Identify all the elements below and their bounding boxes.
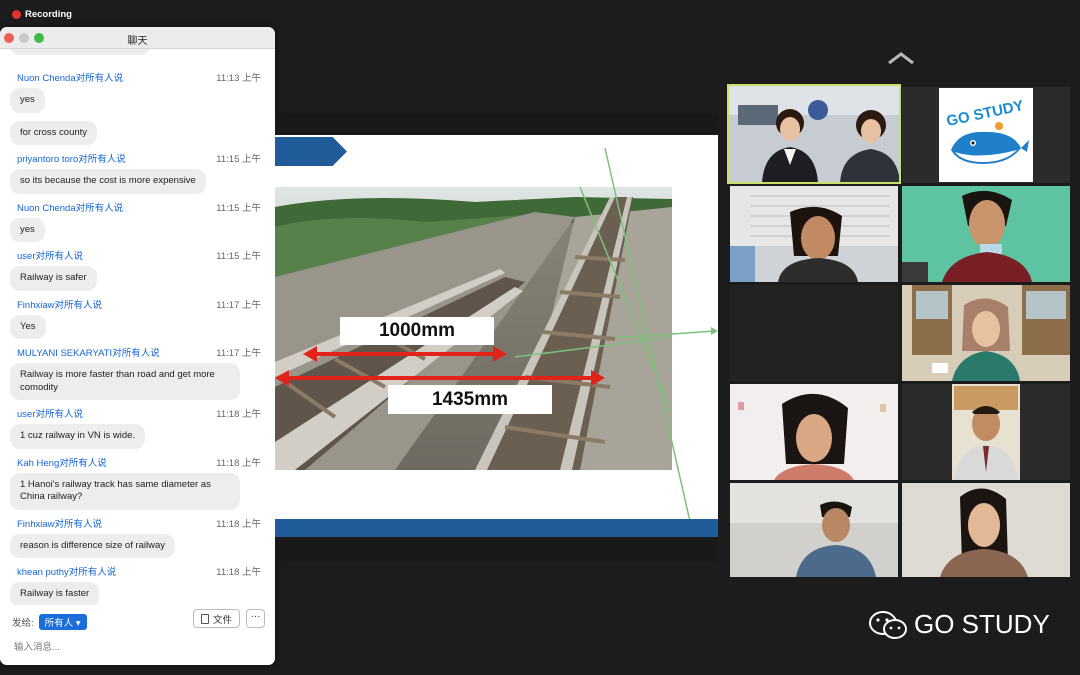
chat-sender[interactable]: priyantoro toro — [17, 154, 78, 165]
chat-recipient-scope: 对所有人说 — [54, 518, 103, 530]
chat-message-header: Nuon Chenda对所有人说 11:13 上午 — [10, 71, 261, 87]
video-tile-active-speaker[interactable] — [727, 84, 901, 184]
chat-message: Finhxiaw对所有人说 11:18 上午 reason is differenc… — [0, 517, 275, 566]
video-tile-participant-4-off[interactable] — [730, 285, 898, 381]
chat-timestamp: 11:17 上午 — [216, 348, 261, 359]
video-tile-participant-3[interactable] — [902, 186, 1070, 282]
video-tile-participant-5[interactable] — [902, 285, 1070, 381]
chat-message: MULYANI SEKARYATI对所有人说 11:17 上午 Railway is… — [0, 346, 275, 407]
chat-message-header: khean puthy对所有人说 11:18 上午 — [10, 565, 261, 581]
chat-timestamp: 11:18 上午 — [216, 518, 261, 530]
chat-recipient-scope: 对所有人说 — [54, 299, 103, 311]
chat-sender[interactable]: Nuon Chenda — [17, 203, 76, 214]
chat-message-header: user对所有人说 11:15 上午 — [10, 249, 261, 265]
file-button[interactable]: 文件 — [193, 609, 240, 628]
chat-titlebar[interactable]: 聊天 — [0, 27, 275, 49]
chat-message-header: Finhxiaw对所有人说 11:17 上午 — [10, 298, 261, 314]
chat-bubble: Yes — [10, 314, 46, 339]
chat-message-header: Kah Heng对所有人说 11:18 上午 — [10, 456, 261, 472]
chat-recipient-scope: 对所有人说 — [75, 73, 124, 84]
chat-sender[interactable]: user — [17, 251, 35, 262]
chat-message-header: user对所有人说 11:18 上午 — [10, 407, 261, 423]
logo-text: GO STUDY — [945, 97, 1025, 130]
chat-message: user对所有人说 11:15 上午 Railway is safer — [0, 249, 275, 298]
video-tile-participant-8[interactable] — [730, 483, 898, 577]
chat-bubble: 1 cuz railway in VN is wide. — [10, 424, 146, 449]
chat-sender[interactable]: Finhxiaw — [17, 519, 55, 530]
file-icon — [200, 613, 209, 624]
chat-message-input[interactable]: 输入消息... — [14, 639, 60, 653]
chat-bubble: Railway is more faster than road and get… — [10, 363, 240, 400]
zoom-meeting-screen: Recording 聊天 Nuon Chenda对所有人说 11:13 上午 yes… — [0, 0, 1080, 675]
chat-sender[interactable]: khean puthy — [17, 567, 69, 578]
chat-recipient-scope: 对所有人说 — [75, 202, 124, 214]
chat-timestamp: 11:13 上午 — [216, 73, 261, 84]
chat-bubble: Railway is faster — [10, 582, 100, 607]
chat-timestamp: 11:18 上午 — [216, 409, 261, 420]
chat-message-list[interactable]: Nuon Chenda对所有人说 11:13 上午 yes for cross cou… — [0, 49, 275, 627]
chat-timestamp: 11:15 上午 — [216, 154, 261, 165]
chat-bubble: yes — [10, 217, 45, 242]
chat-message: Kah Heng对所有人说 11:18 上午 1 Hanoi's railway t… — [0, 456, 275, 517]
chat-bubble: so its because the cost is more expensiv… — [10, 169, 206, 194]
wechat-icon — [869, 610, 907, 639]
chevron-up-icon[interactable] — [887, 50, 915, 66]
chat-recipient-scope: 对所有人说 — [35, 409, 83, 420]
chat-recipient-scope: 对所有人说 — [59, 457, 107, 469]
send-to-row: 发给: 所有人 ▾ — [12, 614, 87, 630]
chat-bubble: reason is difference size of railway — [10, 533, 176, 558]
chat-message-header: Finhxiaw对所有人说 11:18 上午 — [10, 517, 261, 533]
go-study-logo: GO STUDY — [939, 88, 1033, 182]
send-to-label: 发给: — [12, 618, 34, 629]
chat-timestamp: 11:17 上午 — [216, 299, 261, 311]
chat-timestamp: 11:18 上午 — [216, 457, 261, 469]
chat-recipient-scope: 对所有人说 — [112, 348, 160, 359]
chat-sender[interactable]: MULYANI SEKARYATI — [17, 348, 112, 359]
record-dot-icon — [12, 10, 21, 19]
chat-message: user对所有人说 11:18 上午 1 cuz railway in VN is … — [0, 407, 275, 456]
chat-bubble: yes — [10, 88, 45, 113]
chat-timestamp: 11:15 上午 — [216, 251, 261, 262]
chat-recipient-scope: 对所有人说 — [35, 251, 83, 262]
chat-message: priyantoro toro对所有人说 11:15 上午 so its becau… — [0, 152, 275, 201]
video-tile-participant-9[interactable] — [902, 483, 1070, 577]
recording-indicator: Recording — [12, 9, 72, 20]
measurement-arrows — [275, 147, 718, 561]
chat-message: Nuon Chenda对所有人说 11:13 上午 yes for cross cou… — [0, 71, 275, 152]
chat-sender[interactable]: Finhxiaw — [17, 300, 55, 311]
chat-messages: Nuon Chenda对所有人说 11:13 上午 yes for cross cou… — [0, 71, 275, 614]
chat-message: Nuon Chenda对所有人说 11:15 上午 yes — [0, 201, 275, 250]
chat-window: 聊天 Nuon Chenda对所有人说 11:13 上午 yes for cross … — [0, 27, 275, 665]
shared-screen-slide: 1000mm 1435mm — [275, 113, 718, 561]
chat-sender[interactable]: Kah Heng — [17, 458, 59, 469]
chat-sender[interactable]: Nuon Chenda — [17, 73, 76, 84]
previous-message-tail — [0, 49, 275, 71]
chat-message-header: Nuon Chenda对所有人说 11:15 上午 — [10, 201, 261, 217]
chat-bubble: for cross county — [10, 120, 98, 145]
chat-recipient-scope: 对所有人说 — [78, 154, 126, 165]
chat-message-header: priyantoro toro对所有人说 11:15 上午 — [10, 152, 261, 168]
more-options-button[interactable]: ··· — [246, 609, 265, 628]
chat-bubble: Railway is safer — [10, 266, 97, 291]
recording-label: Recording — [25, 9, 72, 20]
chat-message: Finhxiaw对所有人说 11:17 上午 Yes — [0, 298, 275, 347]
recipient-dropdown[interactable]: 所有人 ▾ — [38, 614, 87, 630]
video-tile-participant-6[interactable] — [730, 384, 898, 480]
chat-timestamp: 11:18 上午 — [216, 567, 261, 578]
video-tile-go-study-logo[interactable]: GO STUDY — [902, 87, 1070, 183]
chat-sender[interactable]: user — [17, 409, 35, 420]
video-tile-participant-2[interactable] — [730, 186, 898, 282]
go-study-watermark: GO STUDY — [868, 609, 1050, 640]
chat-message-header: MULYANI SEKARYATI对所有人说 11:17 上午 — [10, 346, 261, 362]
chat-timestamp: 11:15 上午 — [216, 202, 261, 214]
watermark-text: GO STUDY — [914, 609, 1050, 639]
chat-bubble: 1 Hanoi's railway track has same diamete… — [10, 472, 240, 510]
chat-footer: 发给: 所有人 ▾ 文件 ··· 输入消息... — [0, 605, 275, 665]
video-tile-participant-7[interactable] — [902, 384, 1070, 480]
chat-recipient-scope: 对所有人说 — [68, 567, 117, 578]
chat-title: 聊天 — [127, 36, 148, 47]
